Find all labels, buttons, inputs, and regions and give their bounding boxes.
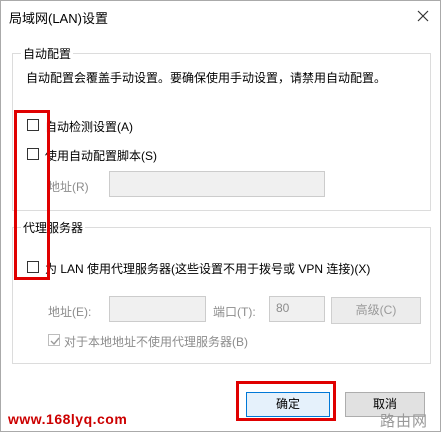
- proxy-port-label: 端口(T):: [213, 305, 256, 319]
- advanced-button[interactable]: 高级(C): [331, 297, 421, 324]
- annotation-checkbox-column: [14, 110, 50, 280]
- title-bar: 局域网(LAN)设置: [1, 1, 440, 31]
- close-icon[interactable]: [412, 5, 434, 27]
- proxy-address-label: 地址(E):: [48, 305, 92, 319]
- proxy-address-input[interactable]: [109, 296, 206, 322]
- proxy-port-input[interactable]: 80: [269, 296, 325, 322]
- auto-detect-label[interactable]: 自动检测设置(A): [45, 118, 133, 135]
- check-icon: [50, 337, 60, 346]
- auto-config-description: 自动配置会覆盖手动设置。要确保使用手动设置，请禁用自动配置。: [26, 71, 387, 85]
- script-address-input[interactable]: [109, 171, 325, 197]
- window-title: 局域网(LAN)设置: [9, 11, 108, 26]
- bypass-local-checkbox[interactable]: [48, 334, 60, 346]
- script-address-label: 地址(R): [48, 180, 89, 194]
- watermark-logo: 路由网: [380, 413, 429, 430]
- use-proxy-label[interactable]: 为 LAN 使用代理服务器(这些设置不用于拨号或 VPN 连接)(X): [45, 260, 370, 277]
- auto-config-group-label: 自动配置: [21, 45, 74, 62]
- watermark-site: www.168lyq.com: [8, 411, 128, 427]
- use-auto-script-label[interactable]: 使用自动配置脚本(S): [45, 147, 157, 164]
- annotation-ok-button: [236, 381, 336, 421]
- lan-settings-dialog: 局域网(LAN)设置 自动配置 自动配置会覆盖手动设置。要确保使用手动设置，请禁…: [0, 0, 441, 432]
- bypass-local-label[interactable]: 对于本地地址不使用代理服务器(B): [64, 333, 248, 350]
